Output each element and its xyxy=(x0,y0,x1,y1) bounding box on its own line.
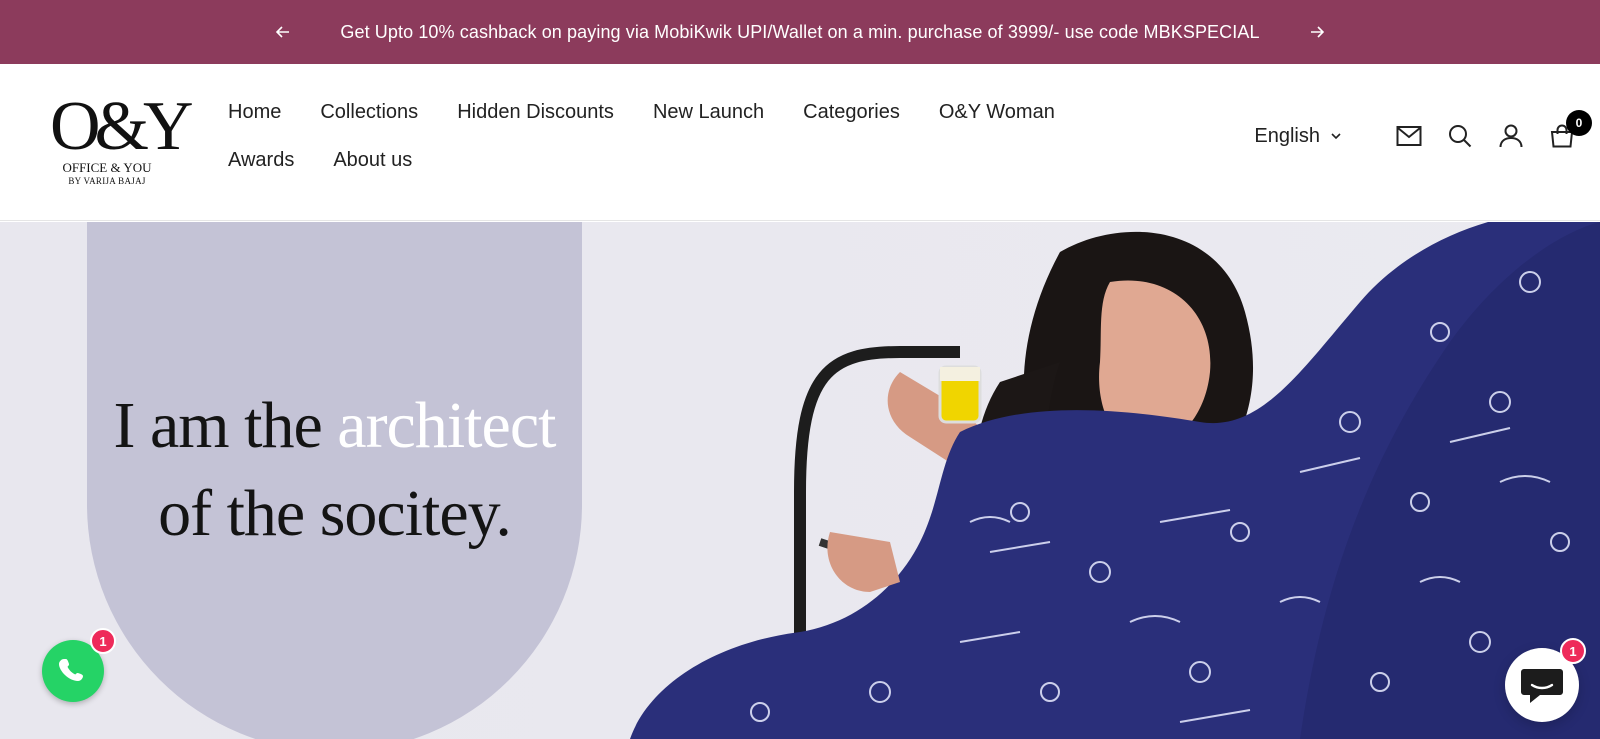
hero-banner[interactable]: I am the architect of the socitey. xyxy=(0,222,1600,739)
logo[interactable]: O&Y OFFICE & YOU BY VARIJA BAJAJ xyxy=(44,92,194,192)
header-actions: English 0 xyxy=(1254,110,1592,150)
cart-count-badge: 0 xyxy=(1566,110,1592,136)
search-icon[interactable] xyxy=(1446,122,1474,150)
whatsapp-icon xyxy=(59,659,83,681)
nav-item-categories[interactable]: Categories xyxy=(803,88,900,136)
logo-line-1: OFFICE & YOU xyxy=(62,160,152,175)
nav-item-oy-woman[interactable]: O&Y Woman xyxy=(939,88,1055,136)
logo-mark: O&Y xyxy=(50,88,194,165)
nav-item-collections[interactable]: Collections xyxy=(320,88,418,136)
arrow-left-icon[interactable] xyxy=(274,23,292,41)
hero-line-1-dark: I am the xyxy=(113,389,338,462)
mail-icon[interactable] xyxy=(1395,122,1423,150)
hero-line-1-light: architect xyxy=(337,389,556,462)
language-label: English xyxy=(1254,124,1320,147)
nav-item-about-us[interactable]: About us xyxy=(333,136,412,184)
hero-line-2: of the socitey. xyxy=(158,477,512,550)
chat-badge: 1 xyxy=(1560,638,1586,664)
whatsapp-badge: 1 xyxy=(90,628,116,654)
arrow-right-icon[interactable] xyxy=(1308,23,1326,41)
announcement-text[interactable]: Get Upto 10% cashback on paying via Mobi… xyxy=(340,22,1259,43)
hero-line-1: I am the architect xyxy=(87,382,582,470)
announcement-bar: Get Upto 10% cashback on paying via Mobi… xyxy=(0,0,1600,64)
site-header: O&Y OFFICE & YOU BY VARIJA BAJAJ Home Co… xyxy=(0,64,1600,221)
nav-item-awards[interactable]: Awards xyxy=(228,136,294,184)
main-nav: Home Collections Hidden Discounts New La… xyxy=(228,88,1108,184)
chat-bubble-icon xyxy=(1521,669,1563,703)
cart-icon[interactable]: 0 xyxy=(1548,110,1592,150)
nav-item-new-launch[interactable]: New Launch xyxy=(653,88,764,136)
logo-line-2: BY VARIJA BAJAJ xyxy=(68,176,146,186)
nav-item-home[interactable]: Home xyxy=(228,88,281,136)
hero-headline: I am the architect of the socitey. xyxy=(87,382,582,558)
account-icon[interactable] xyxy=(1497,122,1525,150)
language-selector[interactable]: English xyxy=(1254,125,1342,148)
chevron-down-icon xyxy=(1330,130,1342,142)
nav-item-hidden-discounts[interactable]: Hidden Discounts xyxy=(457,88,614,136)
